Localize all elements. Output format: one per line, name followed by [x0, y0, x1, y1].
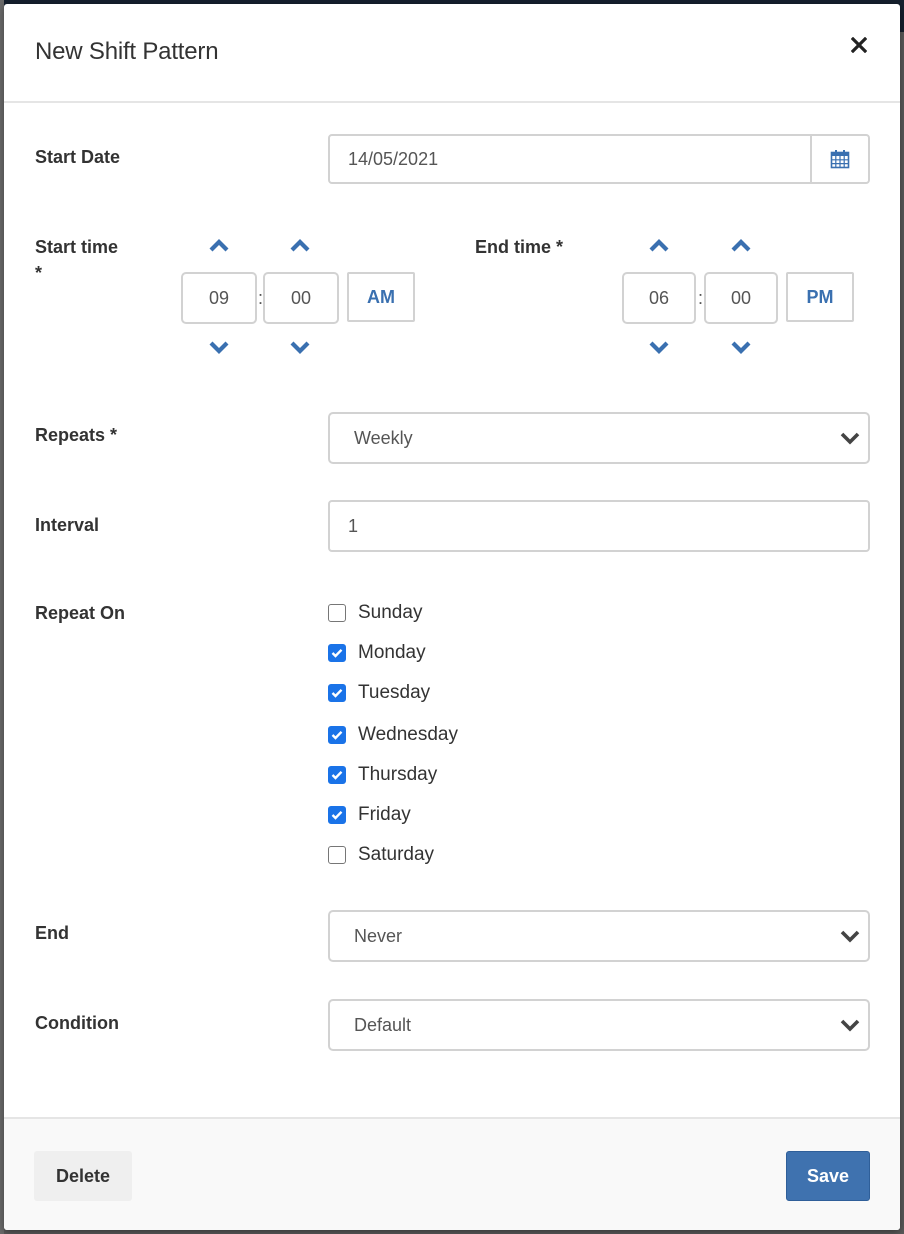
- calendar-icon: [830, 150, 850, 169]
- checkbox-checked-icon[interactable]: [328, 806, 346, 824]
- repeat-on-label: Repeat On: [35, 603, 126, 623]
- day-label: Sunday: [358, 602, 423, 623]
- chevron-down-icon: [840, 1019, 860, 1032]
- start-hour-decrement-icon[interactable]: [207, 339, 231, 355]
- repeats-selected-value: Weekly: [354, 428, 413, 448]
- condition-label: Condition: [35, 1013, 119, 1033]
- modal-footer: Delete Save: [4, 1117, 900, 1230]
- start-minute-increment-icon[interactable]: [288, 238, 312, 254]
- checkbox-unchecked-icon[interactable]: [328, 846, 346, 864]
- interval-input[interactable]: 1: [328, 500, 870, 552]
- calendar-button[interactable]: [810, 136, 868, 182]
- checkbox-unchecked-icon[interactable]: [328, 604, 346, 622]
- modal-header: New Shift Pattern: [4, 4, 900, 103]
- checkbox-checked-icon[interactable]: [328, 684, 346, 702]
- day-checkbox-tuesday[interactable]: Tuesday: [328, 681, 430, 705]
- start-hour-increment-icon[interactable]: [207, 238, 231, 254]
- day-label: Saturday: [358, 844, 435, 865]
- repeats-label: Repeats *: [35, 425, 118, 445]
- end-minute-input[interactable]: 00: [704, 272, 778, 324]
- checkmark-icon: [331, 770, 343, 780]
- checkbox-checked-icon[interactable]: [328, 726, 346, 744]
- day-label: Monday: [358, 642, 426, 663]
- checkmark-icon: [331, 648, 343, 658]
- chevron-down-icon: [840, 432, 860, 445]
- delete-button[interactable]: Delete: [34, 1151, 132, 1201]
- end-hour-decrement-icon[interactable]: [647, 339, 671, 355]
- end-selected-value: Never: [354, 926, 403, 946]
- end-minute-increment-icon[interactable]: [729, 238, 753, 254]
- start-date-label: Start Date: [35, 147, 121, 167]
- condition-select[interactable]: Default: [328, 999, 870, 1051]
- day-checkbox-monday[interactable]: Monday: [328, 641, 426, 665]
- day-label: Wednesday: [358, 724, 458, 745]
- checkmark-icon: [331, 730, 343, 740]
- checkmark-icon: [331, 810, 343, 820]
- start-time-label: Start time: [35, 237, 119, 257]
- day-checkbox-friday[interactable]: Friday: [328, 803, 411, 827]
- modal-title: New Shift Pattern: [35, 38, 219, 65]
- end-meridian-toggle[interactable]: PM: [786, 272, 854, 322]
- end-select[interactable]: Never: [328, 910, 870, 962]
- close-icon: [850, 36, 868, 54]
- day-label: Friday: [358, 804, 411, 825]
- start-meridian-toggle[interactable]: AM: [347, 272, 415, 322]
- chevron-down-icon: [840, 930, 860, 943]
- checkmark-icon: [331, 688, 343, 698]
- interval-label: Interval: [35, 515, 100, 535]
- start-hour-input[interactable]: 09: [181, 272, 257, 324]
- end-time-label: End time *: [475, 237, 564, 257]
- day-checkbox-thursday[interactable]: Thursday: [328, 763, 437, 787]
- start-date-value: 14/05/2021: [348, 149, 439, 169]
- checkbox-checked-icon[interactable]: [328, 766, 346, 784]
- start-date-field[interactable]: 14/05/2021: [328, 134, 870, 184]
- end-label: End: [35, 923, 69, 943]
- condition-selected-value: Default: [354, 1015, 412, 1035]
- start-minute-input[interactable]: 00: [263, 272, 339, 324]
- checkbox-checked-icon[interactable]: [328, 644, 346, 662]
- end-time-separator: :: [698, 288, 704, 308]
- day-checkbox-wednesday[interactable]: Wednesday: [328, 723, 458, 747]
- end-hour-increment-icon[interactable]: [647, 238, 671, 254]
- start-time-required-mark: *: [35, 263, 43, 283]
- close-button[interactable]: [848, 34, 870, 56]
- day-label: Tuesday: [358, 682, 431, 703]
- end-minute-decrement-icon[interactable]: [729, 339, 753, 355]
- repeats-select[interactable]: Weekly: [328, 412, 870, 464]
- end-hour-input[interactable]: 06: [622, 272, 696, 324]
- save-button[interactable]: Save: [786, 1151, 870, 1201]
- day-checkbox-sunday[interactable]: Sunday: [328, 601, 422, 625]
- new-shift-pattern-modal: New Shift Pattern Start Date 14/05/2021 …: [4, 4, 900, 1230]
- start-minute-decrement-icon[interactable]: [288, 339, 312, 355]
- day-checkbox-saturday[interactable]: Saturday: [328, 843, 434, 867]
- day-label: Thursday: [358, 764, 438, 785]
